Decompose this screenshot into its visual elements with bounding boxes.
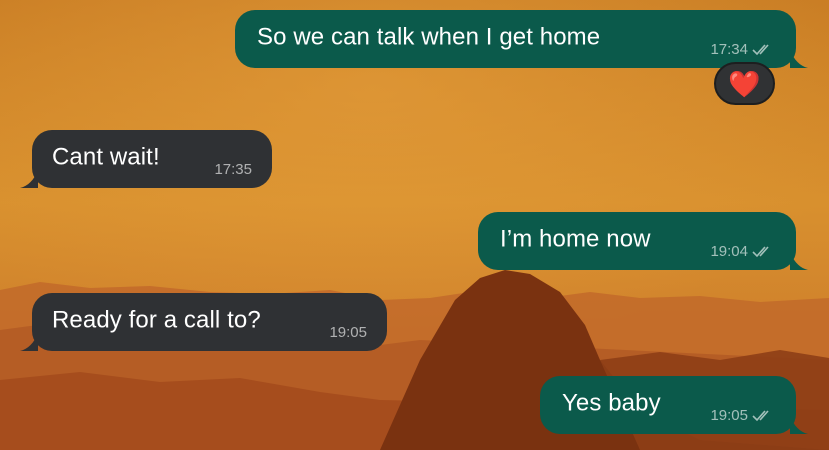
message-bubble-incoming[interactable]: Ready for a call to? 19:05	[20, 293, 387, 351]
reaction-badge[interactable]: ❤️	[714, 62, 775, 105]
bubble-tail	[20, 333, 38, 351]
message-bubble-outgoing[interactable]: Yes baby 19:05	[540, 376, 808, 434]
read-double-check-icon	[752, 409, 769, 421]
read-double-check-icon	[752, 43, 769, 55]
message-timestamp: 17:35	[214, 161, 252, 178]
heart-reaction-icon: ❤️	[728, 68, 761, 99]
message-text: Yes baby	[562, 389, 661, 417]
message-text: Ready for a call to?	[52, 306, 261, 334]
bubble-tail	[790, 252, 808, 270]
message-timestamp: 19:04	[710, 243, 748, 260]
message-timestamp: 17:34	[710, 41, 748, 58]
message-meta: 19:04	[710, 243, 774, 260]
message-bubble-incoming[interactable]: Cant wait! 17:35	[20, 130, 272, 188]
message-bubble-outgoing[interactable]: I’m home now 19:04	[478, 212, 808, 270]
message-meta: 17:35	[214, 161, 252, 178]
message-timestamp: 19:05	[329, 324, 367, 341]
bubble-tail	[20, 170, 38, 188]
message-text: So we can talk when I get home	[257, 23, 601, 51]
bubble-tail	[790, 50, 808, 68]
bubble-tail	[790, 416, 808, 434]
message-bubble-outgoing[interactable]: So we can talk when I get home 17:34	[235, 10, 808, 68]
message-meta: 17:34	[710, 41, 774, 58]
read-double-check-icon	[752, 245, 769, 257]
message-meta: 19:05	[329, 324, 367, 341]
message-text: Cant wait!	[52, 143, 160, 171]
message-meta: 19:05	[710, 407, 774, 424]
message-timestamp: 19:05	[710, 407, 748, 424]
message-text: I’m home now	[500, 225, 651, 253]
